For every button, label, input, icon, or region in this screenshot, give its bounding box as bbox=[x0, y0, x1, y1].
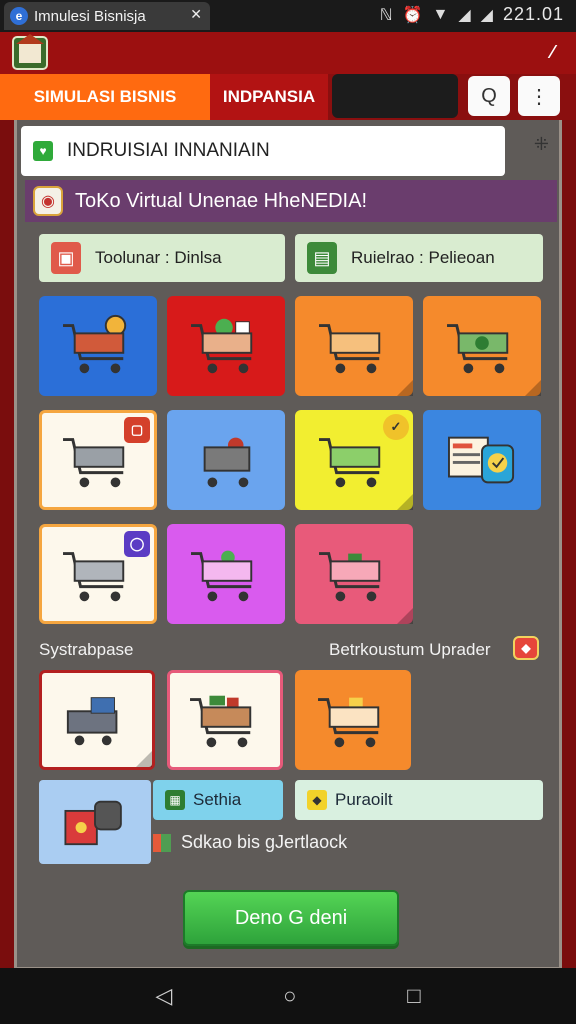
app-logo-icon: e bbox=[10, 7, 28, 25]
grid-icon[interactable]: ⁜ bbox=[534, 134, 549, 155]
store-header: ◉ ToKo Virtual Unenae HheNEDIA! bbox=[25, 180, 557, 222]
tile-corner bbox=[136, 751, 152, 767]
tag-icon: ▢ bbox=[124, 417, 150, 443]
promo-pill-2-label: Puraoilt bbox=[335, 790, 393, 809]
more-button[interactable]: ⋮ bbox=[518, 76, 560, 116]
basket-icon: ▤ bbox=[307, 242, 337, 274]
shopping-cart-icon bbox=[203, 437, 251, 488]
product-tile[interactable] bbox=[295, 670, 411, 770]
promo-pill-2[interactable]: ◆ Puraoilt bbox=[295, 780, 543, 820]
promo-pill-1-label: Sethia bbox=[193, 790, 242, 809]
receipt-icon bbox=[448, 436, 515, 484]
promo-line: Sdkao bis gJertlaock bbox=[153, 832, 347, 853]
shopping-cart-icon bbox=[447, 324, 509, 374]
browser-tab[interactable]: e Imnulesi Bisnisja ✕ bbox=[4, 2, 210, 30]
truck-icon bbox=[66, 697, 118, 746]
shopping-cart-icon bbox=[63, 314, 127, 374]
top-tabs: SIMULASI BISNIS INDPANSIA Q ⋮ bbox=[0, 74, 576, 120]
app-bar: ⁄ bbox=[0, 32, 576, 74]
search-icon: Q bbox=[481, 84, 497, 107]
shopping-cart-icon bbox=[190, 695, 252, 748]
tile-corner bbox=[397, 380, 413, 396]
badge-icon: ◯ bbox=[124, 531, 150, 557]
house-icon bbox=[16, 34, 44, 63]
tab-indpansia[interactable]: INDPANSIA bbox=[210, 74, 328, 120]
product-tile[interactable] bbox=[167, 296, 285, 396]
product-tile[interactable] bbox=[167, 670, 283, 770]
tab-simulasi-bisnis[interactable]: SIMULASI BISNIS bbox=[0, 74, 210, 120]
search-value: INDRUISIAI INNANIAIN bbox=[67, 140, 270, 161]
tab-title: Imnulesi Bisnisja bbox=[34, 7, 146, 25]
product-tile[interactable] bbox=[39, 296, 157, 396]
product-tile[interactable]: ◯ bbox=[39, 524, 157, 624]
address-field[interactable] bbox=[332, 74, 458, 118]
menu-icon[interactable]: ⁄ bbox=[551, 42, 554, 63]
wifi-icon: ▼ bbox=[432, 5, 449, 23]
nfc-icon: ℕ bbox=[379, 6, 393, 24]
product-tile[interactable] bbox=[295, 524, 413, 624]
chart-icon: ▦ bbox=[165, 790, 185, 810]
promo-image[interactable] bbox=[39, 780, 151, 864]
tile-corner bbox=[397, 494, 413, 510]
store-icon: ◉ bbox=[33, 186, 63, 216]
section-label-right: Betrkoustum Uprader bbox=[329, 640, 491, 659]
search-input[interactable]: ♥ INDRUISIAI INNANIAIN bbox=[21, 126, 505, 176]
bag-icon: ▣ bbox=[51, 242, 81, 274]
back-icon[interactable]: ◁ bbox=[155, 983, 172, 1009]
system-nav-bar: ◁ ○ □ bbox=[0, 968, 576, 1024]
tab-close-icon[interactable]: ✕ bbox=[190, 6, 202, 23]
store-title: ToKo Virtual Unenae HheNEDIA! bbox=[75, 189, 368, 212]
product-tile[interactable] bbox=[167, 524, 285, 624]
recent-apps-icon[interactable]: □ bbox=[407, 983, 420, 1009]
shopping-cart-icon bbox=[319, 552, 381, 602]
category-button-2[interactable]: ▤ Ruielrao : Pelieoan bbox=[295, 234, 543, 282]
demo-button[interactable]: Deno G deni bbox=[183, 890, 399, 946]
main-panel: ♥ INDRUISIAI INNANIAIN ⁜ ◉ ToKo Virtual … bbox=[14, 120, 562, 970]
home-app-icon[interactable] bbox=[12, 34, 48, 70]
shopping-cart-icon bbox=[191, 318, 253, 374]
tile-corner bbox=[397, 608, 413, 624]
clock: 221.01 bbox=[502, 4, 564, 24]
product-tile[interactable] bbox=[423, 410, 541, 510]
gift-bag-icon bbox=[64, 800, 122, 846]
coin-icon: ◆ bbox=[307, 790, 327, 810]
signal-icon: ◢ bbox=[458, 6, 471, 24]
shopping-cart-icon bbox=[191, 550, 253, 602]
upgrade-badge-icon[interactable]: ◆ bbox=[513, 636, 539, 660]
product-tile[interactable] bbox=[423, 296, 541, 396]
product-tile[interactable] bbox=[295, 296, 413, 396]
product-tile[interactable] bbox=[167, 410, 285, 510]
promo-pill-1[interactable]: ▦ Sethia bbox=[153, 780, 283, 820]
category-label-2: Ruielrao : Pelieoan bbox=[351, 248, 495, 267]
flag-icon bbox=[153, 833, 171, 852]
heart-icon: ♥ bbox=[33, 141, 53, 161]
check-icon: ✓ bbox=[383, 414, 409, 440]
category-button-1[interactable]: ▣ Toolunar : Dinlsa bbox=[39, 234, 285, 282]
section-label-left: Systrabpase bbox=[39, 640, 134, 659]
tile-corner bbox=[525, 380, 541, 396]
status-bar: e Imnulesi Bisnisja ✕ ℕ ⏰ ▼ ◢ ◢ 221.01 bbox=[0, 0, 576, 32]
product-tile[interactable]: ✓ bbox=[295, 410, 413, 510]
shopping-cart-icon bbox=[318, 697, 380, 748]
battery-icon: ◢ bbox=[480, 6, 493, 24]
home-icon[interactable]: ○ bbox=[283, 983, 296, 1009]
alarm-icon: ⏰ bbox=[402, 6, 423, 24]
status-icons: ℕ ⏰ ▼ ◢ ◢ 221.01 bbox=[380, 4, 564, 25]
shopping-cart-icon bbox=[319, 324, 381, 374]
product-tile[interactable] bbox=[39, 670, 155, 770]
shopping-cart-icon bbox=[319, 438, 381, 488]
category-label-1: Toolunar : Dinlsa bbox=[95, 248, 222, 267]
search-button[interactable]: Q bbox=[468, 76, 510, 116]
more-icon: ⋮ bbox=[529, 85, 549, 108]
promo-line-text: Sdkao bis gJertlaock bbox=[181, 832, 348, 852]
product-tile[interactable]: ▢ bbox=[39, 410, 157, 510]
